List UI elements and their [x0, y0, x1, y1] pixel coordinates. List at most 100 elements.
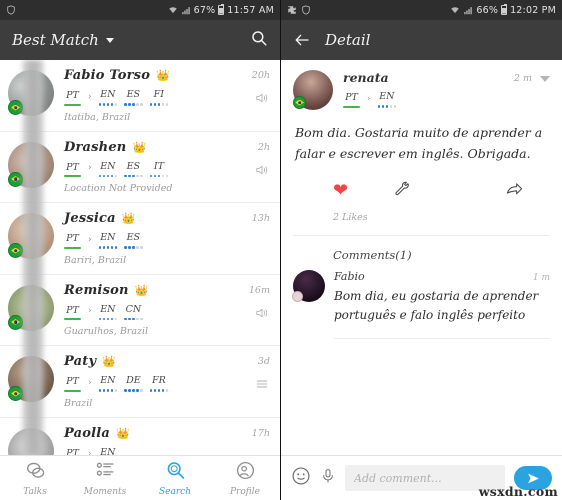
chevron-down-icon[interactable] — [105, 37, 114, 43]
language-arrow-icon: › — [88, 163, 92, 173]
list-item-right: 13h — [224, 211, 270, 266]
user-name[interactable]: Paty — [64, 354, 96, 369]
brazil-flag-badge — [8, 171, 23, 187]
avatar[interactable] — [292, 269, 325, 302]
user-name[interactable]: Remison — [64, 283, 129, 298]
best-match-title[interactable]: Best Match — [12, 31, 99, 49]
user-name[interactable]: Paolla — [64, 426, 110, 441]
wrench-icon[interactable] — [394, 181, 411, 202]
post-language-tags: PT › EN — [343, 91, 550, 108]
language-arrow-icon: › — [88, 449, 92, 455]
user-name[interactable]: Fabio Torso — [64, 68, 150, 83]
language-arrow-icon: › — [88, 377, 92, 388]
list-item[interactable]: Jessica 👑 PT › EN ES Bariri, Brazil 13h — [0, 203, 280, 275]
learning-language: EN — [99, 447, 118, 456]
wifi-icon — [168, 6, 178, 15]
list-item-body: Fabio Torso 👑 PT › EN ES FI Itatiba, Brazil — [54, 68, 224, 123]
list-item-time: 17h — [251, 427, 270, 439]
user-list[interactable]: Fabio Torso 👑 PT › EN ES FI Itatiba, Brazil 20h D… — [0, 60, 280, 455]
proficiency-dots — [98, 174, 118, 177]
divider — [293, 234, 550, 236]
nav-item-moments[interactable]: Moments — [70, 456, 140, 500]
learning-language: ES — [124, 89, 143, 106]
list-item-time: 16m — [248, 284, 270, 296]
chevron-down-icon[interactable] — [540, 75, 550, 82]
shield-icon — [6, 5, 16, 15]
right-pane-detail: 66% 12:02 PM Detail renata 2 m PT › EN B… — [281, 0, 562, 500]
speaker-icon[interactable] — [254, 162, 270, 181]
proficiency-dots — [149, 174, 169, 177]
list-item-body: Paty 👑 PT › EN DE FR Brazil — [54, 354, 224, 409]
learning-language: ES — [124, 232, 143, 249]
list-item[interactable]: Paolla👑PT›ENRio de Janeiro, Brazil17h — [0, 418, 280, 456]
nav-item-search[interactable]: Search — [140, 456, 210, 500]
comment-item[interactable]: Fabio 1 m Bom dia, eu gostaria de aprender… — [281, 262, 562, 340]
avatar[interactable] — [8, 213, 54, 259]
list-item[interactable]: Fabio Torso 👑 PT › EN ES FI Itatiba, Brazil 20h — [0, 60, 280, 132]
learning-language: DE — [124, 375, 143, 392]
crown-icon: 👑 — [134, 283, 149, 297]
nav-item-talks[interactable]: Talks — [0, 456, 70, 500]
nav-item-profile[interactable]: Profile — [210, 456, 280, 500]
avatar[interactable] — [8, 284, 54, 331]
right-status-bar: 66% 12:02 PM — [281, 0, 562, 20]
list-item[interactable]: Paty 👑 PT › EN DE FR Brazil 3d — [0, 346, 280, 418]
language-arrow-icon: › — [367, 93, 371, 104]
brazil-flag-badge — [8, 100, 23, 115]
avatar[interactable] — [8, 70, 54, 116]
learning-language: EN — [98, 89, 118, 106]
list-item-right: 2h — [224, 140, 270, 195]
share-arrow-icon[interactable] — [505, 181, 524, 202]
post-author-line: renata 2 m — [343, 70, 550, 85]
post-author-name[interactable]: renata — [343, 70, 389, 85]
signal-icon — [463, 6, 473, 15]
avatar[interactable] — [8, 356, 54, 402]
comment-author[interactable]: Fabio — [334, 270, 365, 283]
bottom-navigation[interactable]: Talks Moments Search Profile — [0, 455, 280, 500]
native-language: PT — [64, 305, 81, 320]
microphone-icon[interactable] — [320, 466, 336, 490]
heart-icon[interactable]: ❤ — [333, 182, 348, 200]
comment-row: Fabio 1 m Bom dia, eu gostaria de aprender… — [281, 262, 562, 327]
brazil-flag-badge — [8, 386, 23, 401]
likes-count[interactable]: 2 Likes — [333, 212, 550, 223]
nav-item-label: Moments — [83, 486, 127, 497]
user-name[interactable]: Jessica — [64, 211, 116, 226]
search-icon — [165, 460, 186, 485]
nav-item-label: Talks — [23, 486, 47, 497]
proficiency-dots — [149, 103, 169, 106]
search-icon[interactable] — [250, 29, 268, 51]
comment-body: Fabio 1 m Bom dia, eu gostaria de aprender… — [325, 270, 550, 327]
comments-heading: Comments(1) — [333, 247, 412, 262]
list-item-name-line: Paty 👑 — [64, 354, 224, 369]
crown-icon: 👑 — [121, 212, 136, 225]
flag-badge — [292, 290, 303, 302]
speaker-icon[interactable] — [254, 90, 270, 109]
lines-icon[interactable] — [254, 376, 270, 395]
speaker-icon[interactable] — [254, 305, 270, 324]
learning-language: FI — [149, 89, 169, 106]
native-level-bar — [64, 318, 81, 320]
nav-item-label: Profile — [230, 486, 260, 497]
right-status-notification-icons — [287, 5, 311, 15]
learning-language: FR — [149, 375, 169, 392]
back-arrow-icon[interactable] — [293, 32, 311, 48]
learning-language: EN — [98, 375, 118, 392]
user-location: Guarulhos, Brazil — [64, 326, 149, 337]
emoji-icon[interactable] — [291, 466, 311, 490]
avatar[interactable] — [293, 70, 333, 110]
native-language: PT — [64, 90, 81, 106]
battery-icon — [218, 4, 225, 15]
list-item[interactable]: Remison 👑 PT › EN CN Guarulhos, Brazil 16m — [0, 275, 280, 346]
avatar[interactable] — [8, 427, 54, 455]
learning-language: CN — [124, 304, 143, 320]
list-item-name-line: Jessica 👑 — [64, 211, 224, 226]
avatar-image — [8, 427, 54, 455]
proficiency-dots — [149, 389, 169, 392]
list-item[interactable]: Drashen 👑 PT › EN ES IT Location Not Provided 2h — [0, 132, 280, 203]
user-name[interactable]: Drashen — [64, 140, 126, 155]
language-arrow-icon: › — [88, 91, 92, 102]
language-arrow-icon: › — [88, 306, 92, 316]
language-tags: PT › EN ES IT — [64, 161, 224, 177]
avatar[interactable] — [8, 141, 54, 188]
